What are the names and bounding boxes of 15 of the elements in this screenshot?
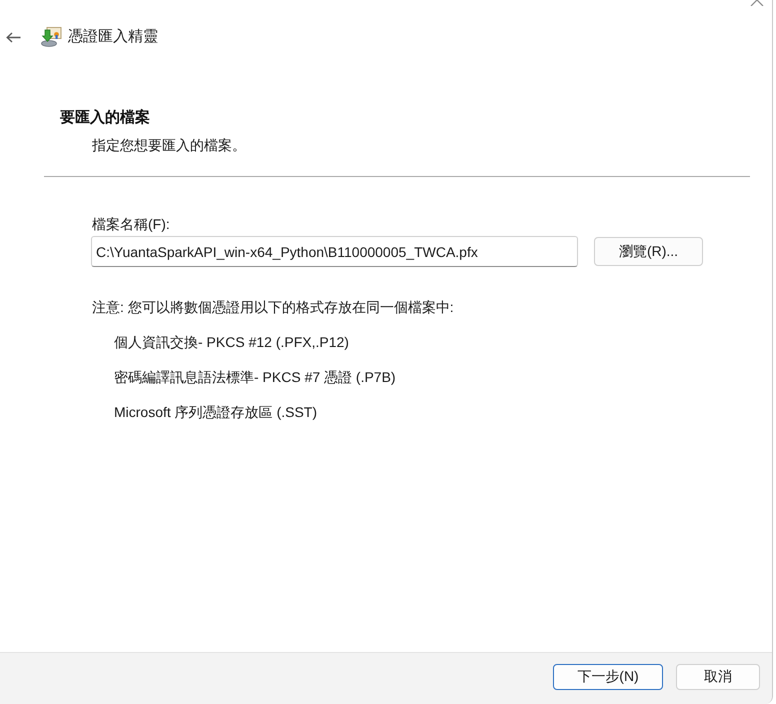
format-item: 個人資訊交換- PKCS #12 (.PFX,.P12) [114,333,349,352]
format-item: Microsoft 序列憑證存放區 (.SST) [114,403,318,422]
page-subheading: 指定您想要匯入的檔案。 [92,136,246,155]
browse-button[interactable]: 瀏覽(R)... [594,237,703,266]
file-name-field[interactable]: C:\YuantaSparkAPI_win-x64_Python\B110000005_TWCA.pfx [91,236,578,267]
page-heading: 要匯入的檔案 [60,108,150,128]
next-button[interactable]: 下一步(N) [553,664,663,690]
note-text: 注意: 您可以將數個憑證用以下的格式存放在同一個檔案中: [92,298,454,317]
back-arrow-icon[interactable] [6,32,21,42]
file-name-label: 檔案名稱(F): [92,215,170,234]
cancel-button[interactable]: 取消 [676,664,760,690]
format-item: 密碼編譯訊息語法標準- PKCS #7 憑證 (.P7B) [114,368,396,387]
close-icon[interactable] [750,0,764,6]
window-title: 憑證匯入精靈 [68,27,158,47]
certificate-icon [41,27,62,47]
